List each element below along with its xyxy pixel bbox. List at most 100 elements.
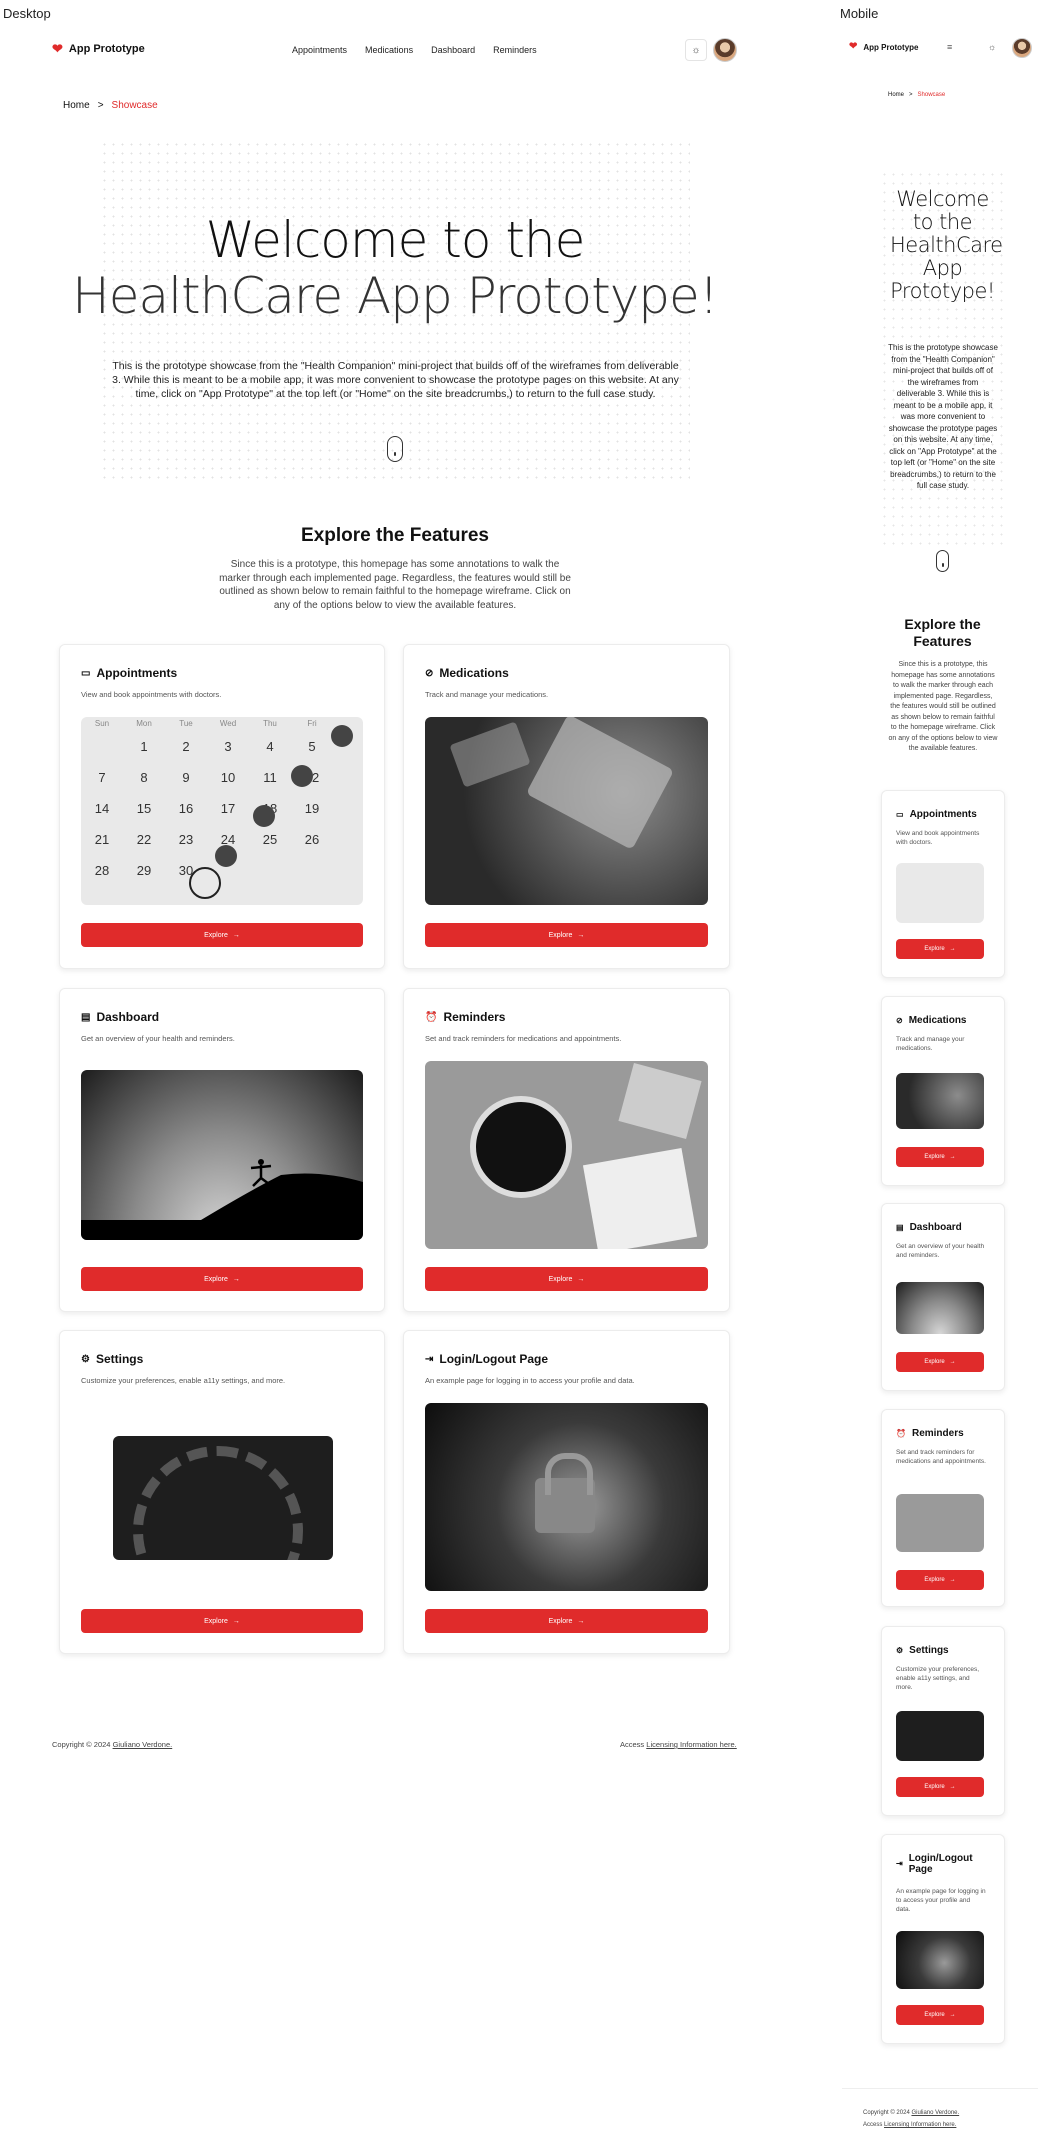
license-link[interactable]: Licensing Information here. bbox=[884, 2122, 956, 2128]
arrow-right-icon: → bbox=[949, 1154, 956, 1160]
mobile-features-title: Explore the Features bbox=[904, 616, 981, 649]
desktop-view: ❤ App Prototype Appointments Medications… bbox=[0, 0, 790, 1800]
login-icon: ⇥ bbox=[425, 1353, 434, 1365]
explore-button[interactable]: Explore → bbox=[81, 1609, 363, 1633]
explore-button[interactable]: Explore → bbox=[896, 1352, 984, 1372]
card-title: Reminders bbox=[911, 1428, 964, 1439]
arrow-right-icon: → bbox=[232, 931, 240, 939]
silhouette-image bbox=[81, 1070, 363, 1240]
explore-button[interactable]: Explore → bbox=[425, 923, 708, 947]
pushpin-icon bbox=[253, 805, 275, 827]
card-description: View and book appointments with doctors. bbox=[896, 830, 980, 846]
calendar-icon: ▭ bbox=[896, 810, 904, 819]
features-title: Explore the Features bbox=[301, 525, 489, 546]
circled-date-mark bbox=[189, 867, 221, 899]
nav-link-reminders[interactable]: Reminders bbox=[493, 45, 537, 55]
mobile-hero-title: Welcome to the HealthCare App Prototype! bbox=[890, 187, 1003, 303]
mobile-feature-card-medications: ⊘ Medications Track and manage your medic… bbox=[881, 996, 1005, 1186]
card-title: Appointments bbox=[909, 809, 977, 820]
mobile-app-logo-link[interactable]: ❤ App Prototype bbox=[849, 42, 919, 52]
hamburger-menu-icon[interactable]: ≡ bbox=[947, 42, 952, 52]
app-logo-label: App Prototype bbox=[68, 42, 145, 55]
arrow-right-icon: → bbox=[949, 1359, 956, 1365]
license-link[interactable]: Licensing Information here. bbox=[646, 1740, 736, 1749]
card-title: Login/Logout Page bbox=[908, 1853, 973, 1875]
explore-button[interactable]: Explore → bbox=[896, 939, 984, 959]
explore-button[interactable]: Explore → bbox=[896, 1147, 984, 1167]
card-title: Settings bbox=[909, 1645, 949, 1656]
mobile-features-paragraph: Since this is a prototype, this homepage… bbox=[888, 661, 998, 752]
calendar-image bbox=[896, 863, 984, 923]
explore-button[interactable]: Explore → bbox=[425, 1267, 708, 1291]
alarm-clock-image bbox=[425, 1061, 708, 1249]
footer-copyright: Copyright © 2024 Giuliano Verdone. bbox=[52, 1740, 173, 1749]
card-title: Login/Logout Page bbox=[439, 1352, 549, 1366]
pushpin-icon bbox=[215, 845, 237, 867]
gears-image bbox=[113, 1436, 333, 1560]
nav-link-appointments[interactable]: Appointments bbox=[292, 45, 347, 55]
breadcrumb-home[interactable]: Home bbox=[888, 92, 904, 98]
login-icon: ⇥ bbox=[896, 1859, 903, 1868]
nav-link-dashboard[interactable]: Dashboard bbox=[431, 45, 475, 55]
feature-card-dashboard: ▤ Dashboard Get an overview of your heal… bbox=[59, 988, 385, 1312]
explore-button[interactable]: Explore → bbox=[81, 923, 363, 947]
alarm-clock-image bbox=[896, 1494, 984, 1552]
feature-card-appointments: ▭ Appointments View and book appointment… bbox=[59, 644, 385, 969]
breadcrumb-home[interactable]: Home bbox=[63, 100, 90, 111]
clipboard-icon: ▤ bbox=[896, 1223, 904, 1232]
heart-icon: ❤ bbox=[849, 41, 858, 52]
explore-button[interactable]: Explore → bbox=[896, 1777, 984, 1797]
pill-icon: ⊘ bbox=[425, 667, 434, 679]
heart-icon: ❤ bbox=[52, 41, 63, 56]
avatar[interactable] bbox=[713, 38, 737, 62]
app-logo-link[interactable]: ❤ App Prototype bbox=[52, 42, 145, 55]
author-link[interactable]: Giuliano Verdone. bbox=[911, 2110, 959, 2116]
arrow-right-icon: → bbox=[577, 1275, 585, 1283]
alarm-clock-icon: ⏰ bbox=[425, 1011, 438, 1023]
card-description: An example page for logging in to access… bbox=[425, 1376, 635, 1385]
feature-card-settings: ⚙ Settings Customize your preferences, e… bbox=[59, 1330, 385, 1654]
mobile-feature-card-reminders: ⏰ Reminders Set and track reminders for m… bbox=[881, 1409, 1005, 1607]
explore-button[interactable]: Explore → bbox=[896, 2005, 984, 2025]
arrow-right-icon: → bbox=[949, 2012, 956, 2018]
explore-button[interactable]: Explore → bbox=[425, 1609, 708, 1633]
pill-organizer-image bbox=[425, 717, 708, 905]
hero-title-line-1: Welcome to the bbox=[205, 211, 586, 269]
breadcrumb-current: Showcase bbox=[917, 92, 946, 98]
card-description: Get an overview of your health and remin… bbox=[81, 1034, 235, 1043]
arrow-right-icon: → bbox=[232, 1275, 240, 1283]
sun-icon[interactable]: ☼ bbox=[988, 42, 996, 52]
feature-card-login: ⇥ Login/Logout Page An example page for … bbox=[403, 1330, 730, 1654]
explore-button[interactable]: Explore → bbox=[81, 1267, 363, 1291]
scroll-mouse-icon[interactable] bbox=[936, 550, 949, 572]
theme-toggle-button[interactable]: ☼ bbox=[685, 39, 707, 61]
silhouette-image bbox=[896, 1282, 984, 1334]
pushpin-icon bbox=[331, 725, 353, 747]
breadcrumb-separator: > bbox=[97, 100, 104, 111]
explore-button[interactable]: Explore → bbox=[896, 1570, 984, 1590]
nav-link-medications[interactable]: Medications bbox=[365, 45, 413, 55]
mobile-footer-copyright: Copyright © 2024 Giuliano Verdone. bbox=[863, 2110, 960, 2116]
scroll-mouse-icon[interactable] bbox=[387, 436, 403, 462]
main-nav: Appointments Medications Dashboard Remin… bbox=[292, 45, 537, 55]
card-description: Customize your preferences, enable a11y … bbox=[81, 1376, 286, 1385]
mobile-breadcrumb: Home > Showcase bbox=[888, 92, 945, 98]
arrow-right-icon: → bbox=[577, 1617, 585, 1625]
arrow-right-icon: → bbox=[232, 1617, 240, 1625]
avatar[interactable] bbox=[1012, 38, 1032, 58]
card-title: Settings bbox=[95, 1352, 144, 1366]
hero-title-line-2: HealthCare App Prototype! bbox=[72, 267, 719, 325]
mobile-hero-paragraph: This is the prototype showcase from the … bbox=[888, 343, 998, 490]
feature-card-reminders: ⏰ Reminders Set and track reminders for … bbox=[403, 988, 730, 1312]
mobile-app-logo-label: App Prototype bbox=[863, 42, 919, 52]
mobile-feature-card-settings: ⚙ Settings Customize your preferences, en… bbox=[881, 1626, 1005, 1816]
footer-license: Access Licensing Information here. bbox=[620, 1740, 737, 1749]
feature-card-medications: ⊘ Medications Track and manage your medi… bbox=[403, 644, 730, 969]
mobile-view: ❤ App Prototype ≡ ☼ Home > Showcase Welc… bbox=[840, 0, 1040, 2150]
arrow-right-icon: → bbox=[949, 1577, 956, 1583]
author-link[interactable]: Giuliano Verdone. bbox=[113, 1740, 173, 1749]
gear-icon: ⚙ bbox=[81, 1353, 90, 1365]
card-description: An example page for logging in to access… bbox=[896, 1888, 986, 1913]
card-title: Medications bbox=[908, 1015, 967, 1026]
arrow-right-icon: → bbox=[949, 946, 956, 952]
